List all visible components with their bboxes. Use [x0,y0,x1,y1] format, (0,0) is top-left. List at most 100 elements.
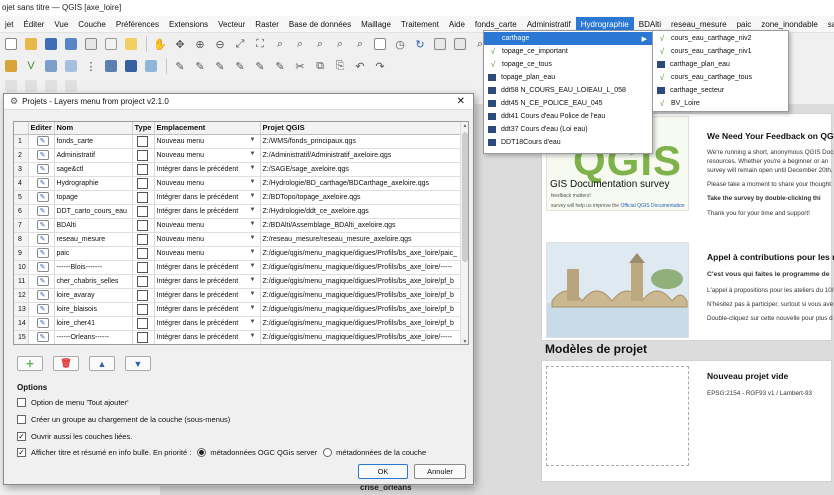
chevron-down-icon[interactable]: ▼ [250,179,256,185]
project-path-cell[interactable]: Z:/BDAlti/Assemblage_BDAlti_axeloire.qgs [260,218,463,233]
survey-link[interactable]: Official QGIS Documentation [620,203,684,209]
cancel-button[interactable]: Annuler [414,464,466,479]
edit-pencil-icon[interactable]: ✎ [36,192,49,202]
edit-cell[interactable]: ✎ [28,162,55,177]
type-checkbox[interactable] [136,233,148,245]
zoom-rubberband-icon[interactable]: ⤢ [231,35,249,53]
chevron-down-icon[interactable]: ▼ [250,305,256,311]
new-project-icon[interactable] [2,35,20,53]
type-cell[interactable] [132,204,155,219]
menu-couche[interactable]: Couche [73,17,111,32]
edit-cell[interactable]: ✎ [28,288,55,303]
copy-features-icon[interactable]: ⧉ [311,57,329,75]
name-cell[interactable]: cher_chabris_selles [54,274,133,289]
menu--diter[interactable]: Éditer [18,17,49,32]
zoom-native-icon[interactable]: ⌕ [311,35,329,53]
type-checkbox[interactable] [136,331,148,343]
menu-item[interactable]: ddt41 Cours d'eau Police de l'eau [484,110,652,123]
menu-item[interactable]: DDT18Cours d'eau [484,136,652,149]
project-path-cell[interactable]: Z:/SAGE/sage_axeloire.qgs [260,162,463,177]
edit-cell[interactable]: ✎ [28,190,55,205]
type-cell[interactable] [132,316,155,331]
table-scrollbar[interactable]: ▲ ▼ [460,122,468,344]
project-path-cell[interactable]: Z:/digue/qgis/menu_magique/digues/Profil… [260,288,463,303]
type-cell[interactable] [132,302,155,317]
menu-item[interactable]: carthage_secteur [653,84,788,97]
edit-cell[interactable]: ✎ [28,232,55,247]
menu-item[interactable]: √ topage_ce_important [484,45,652,58]
location-cell[interactable]: Intégrer dans le précédent ▼ [154,302,261,317]
table-row[interactable]: 6 ✎ DDT_carto_cours_eau Intégrer dans le pr… [14,204,463,219]
table-row[interactable]: 14 ✎ loire_cher41 Intégrer dans le précéden… [14,316,463,331]
type-cell[interactable] [132,260,155,275]
edit-pencil-icon[interactable]: ✎ [36,290,49,300]
menu-aide[interactable]: Aide [444,17,470,32]
edit-pencil-icon[interactable]: ✎ [36,178,49,188]
location-cell[interactable]: Intégrer dans le précédent ▼ [154,316,261,331]
type-cell[interactable] [132,232,155,247]
show-bookmarks-icon[interactable] [451,35,469,53]
chevron-down-icon[interactable]: ▼ [250,151,256,157]
location-cell[interactable]: Intégrer dans le précédent ▼ [154,330,261,344]
edit-cell[interactable]: ✎ [28,176,55,191]
location-cell[interactable]: Intégrer dans le précédent ▼ [154,274,261,289]
type-checkbox[interactable] [136,303,148,315]
edit-pencil-icon[interactable]: ✎ [36,136,49,146]
table-row[interactable]: 13 ✎ loire_blaisois Intégrer dans le précéd… [14,302,463,317]
name-cell[interactable]: paic [54,246,133,261]
table-row[interactable]: 4 ✎ Hydrographie Nouveau menu ▼ Z:/Hydrologie… [14,176,463,191]
menu-raster[interactable]: Raster [250,17,284,32]
chevron-down-icon[interactable]: ▼ [250,207,256,213]
project-path-cell[interactable]: Z:/reseau_mesure/reseau_mesure_axeloire.… [260,232,463,247]
plugin-icon[interactable] [42,77,60,95]
chevron-down-icon[interactable]: ▼ [250,193,256,199]
menu-vecteur[interactable]: Vecteur [213,17,250,32]
edit-pencil-icon[interactable]: ✎ [36,220,49,230]
chevron-down-icon[interactable]: ▼ [250,291,256,297]
edit-cell[interactable]: ✎ [28,204,55,219]
edit-pencil-icon[interactable]: ✎ [36,206,49,216]
scroll-up-icon[interactable]: ▲ [461,123,468,129]
type-checkbox[interactable] [136,177,148,189]
menu-maillage[interactable]: Maillage [356,17,396,32]
type-cell[interactable] [132,218,155,233]
table-row[interactable]: 15 ✎ ------Orleans------ Intégrer dans le p… [14,330,463,344]
name-cell[interactable]: Administratif [54,148,133,163]
name-cell[interactable]: fonds_carte [54,134,133,149]
plugin-icon[interactable] [62,77,80,95]
add-postgis-icon[interactable] [122,57,140,75]
location-cell[interactable]: Nouveau menu ▼ [154,134,261,149]
edit-pencil-icon[interactable]: ✎ [36,304,49,314]
layer-metadata-radio[interactable] [323,448,333,457]
menu-pr-f-rences[interactable]: Préférences [111,17,164,32]
column-header[interactable]: Type [132,122,155,135]
location-cell[interactable]: Nouveau menu ▼ [154,148,261,163]
edit-cell[interactable]: ✎ [28,246,55,261]
type-cell[interactable] [132,288,155,303]
menu-item[interactable]: ddt37 Cours d'eau (Loi eau) [484,123,652,136]
edit-pencil-icon[interactable]: ✎ [36,276,49,286]
paste-features-icon[interactable]: ⎘ [331,57,349,75]
plugin-icon[interactable] [2,77,20,95]
name-cell[interactable]: Hydrographie [54,176,133,191]
menu-item[interactable]: ddt58 N_COURS_EAU_LOIEAU_L_058 [484,84,652,97]
add-delimited-text-icon[interactable]: ⋮ [82,57,100,75]
edit-cell[interactable]: ✎ [28,260,55,275]
cut-features-icon[interactable]: ✂ [291,57,309,75]
menu-item[interactable]: √ cours_eau_carthage_tous [653,71,788,84]
tout-ajouter-checkbox[interactable] [17,398,26,407]
menu-base-de-donn-es[interactable]: Base de données [284,17,356,32]
table-row[interactable]: 1 ✎ fonds_carte Nouveau menu ▼ Z:/WMS/fonds_p… [14,134,463,149]
style-manager-icon[interactable] [122,35,140,53]
zoom-in-icon[interactable]: ⊕ [191,35,209,53]
location-cell[interactable]: Nouveau menu ▼ [154,176,261,191]
edit-cell[interactable]: ✎ [28,134,55,149]
type-cell[interactable] [132,148,155,163]
type-checkbox[interactable] [136,275,148,287]
project-path-cell[interactable]: Z:/Hydrologie/BD_carthage/BDCarthage_axe… [260,176,463,191]
save-project-icon[interactable] [42,35,60,53]
plugin-icon[interactable] [22,77,40,95]
name-cell[interactable]: ------Blois------- [54,260,133,275]
table-row[interactable]: 5 ✎ topage Intégrer dans le précédent ▼ Z:/BD… [14,190,463,205]
chevron-down-icon[interactable]: ▼ [250,221,256,227]
